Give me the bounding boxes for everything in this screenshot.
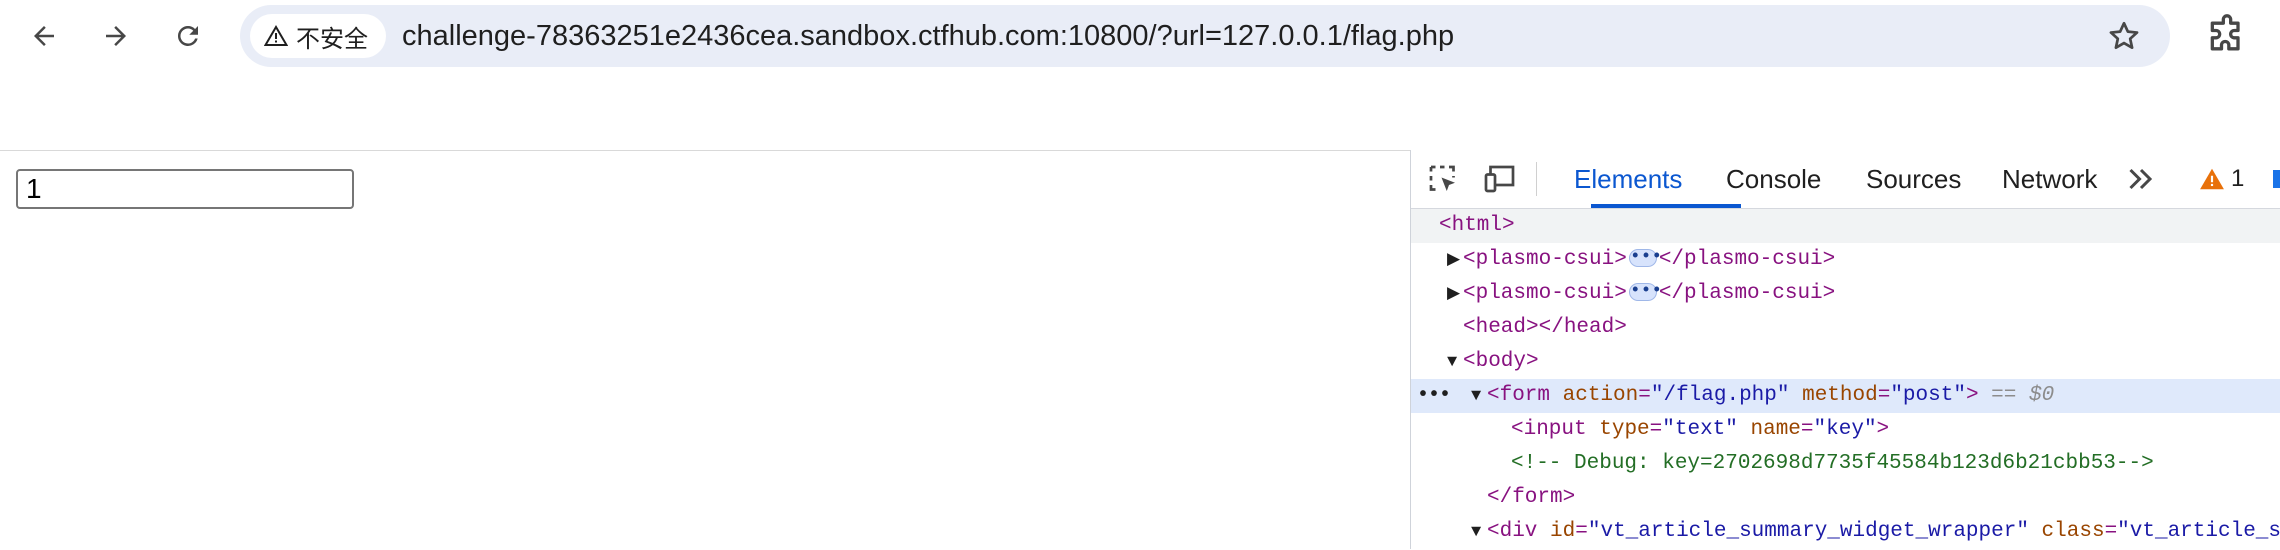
security-label: 不安全 (296, 25, 368, 53)
inspect-element-icon[interactable] (1425, 161, 1461, 197)
tabbar-separator (1536, 162, 1537, 196)
selected-node-marker: == $0 (1991, 384, 2055, 407)
tree-row-plasmo-2[interactable]: ▶ <plasmo-csui> •••</plasmo-csui> (1411, 277, 2280, 311)
row-actions-icon[interactable]: ••• (1417, 379, 1451, 413)
reload-button[interactable] (164, 12, 212, 60)
tree-row-body[interactable]: ▼ <body> (1411, 345, 2280, 379)
bookmark-star-icon[interactable] (2106, 18, 2142, 54)
collapse-triangle-icon[interactable]: ▼ (1471, 380, 1487, 414)
expand-triangle-icon[interactable]: ▶ (1447, 278, 1463, 312)
more-tabs-icon[interactable] (2123, 161, 2159, 197)
warning-icon (2200, 168, 2224, 190)
collapsed-content-icon[interactable]: ••• (1628, 248, 1662, 268)
warning-triangle-icon (264, 25, 288, 46)
collapse-triangle-icon[interactable]: ▼ (1471, 516, 1487, 550)
tree-row-form-selected[interactable]: ••• ▼ <form action="/flag.php" method="po… (1411, 379, 2280, 413)
browser-toolbar: 不安全 challenge-78363251e2436cea.sandbox.c… (0, 0, 2280, 72)
address-bar[interactable]: 不安全 challenge-78363251e2436cea.sandbox.c… (240, 5, 2170, 67)
debug-comment: <!-- Debug: key=2702698d7735f45584b123d6… (1511, 452, 2154, 475)
arrow-right-icon (106, 26, 126, 46)
collapse-triangle-icon[interactable]: ▼ (1447, 346, 1463, 380)
tree-row-plasmo-1[interactable]: ▶ <plasmo-csui> •••</plasmo-csui> (1411, 243, 2280, 277)
arrow-left-icon (34, 26, 54, 46)
tree-row-comment[interactable]: <!-- Debug: key=2702698d7735f45584b123d6… (1411, 447, 2280, 481)
back-button[interactable] (20, 12, 68, 60)
url-text[interactable]: challenge-78363251e2436cea.sandbox.ctfhu… (402, 5, 1454, 67)
device-toolbar-icon[interactable] (1483, 161, 1519, 197)
page-viewport (0, 151, 1410, 549)
dom-tree: <html> ▶ <plasmo-csui> •••</plasmo-csui> ▶… (1411, 209, 2280, 549)
tree-row-form-close[interactable]: </form> (1411, 481, 2280, 515)
devtools-panel: Elements Console Sources Network 1 <html… (1410, 150, 2280, 549)
forward-button[interactable] (92, 12, 140, 60)
active-tab-indicator (1591, 204, 1741, 208)
warnings-counter[interactable]: 1 (2199, 165, 2244, 193)
devtools-tabbar: Elements Console Sources Network 1 (1411, 150, 2280, 209)
tab-elements[interactable]: Elements (1574, 150, 1682, 208)
issues-badge-icon[interactable] (2273, 170, 2280, 188)
tree-row-div[interactable]: ▼ <div id="vt_article_summary_widget_wrap… (1411, 515, 2280, 549)
tab-sources[interactable]: Sources (1866, 150, 1961, 208)
warning-count: 1 (2231, 165, 2245, 192)
tab-console[interactable]: Console (1726, 150, 1821, 208)
tree-row-head[interactable]: <head></head> (1411, 311, 2280, 345)
reload-icon (177, 25, 198, 46)
collapsed-content-icon[interactable]: ••• (1628, 282, 1662, 302)
expand-triangle-icon[interactable]: ▶ (1447, 244, 1463, 278)
tree-row-html[interactable]: <html> (1411, 209, 2280, 243)
tree-row-input[interactable]: <input type="text" name="key"> (1411, 413, 2280, 447)
key-input[interactable] (16, 169, 354, 209)
extensions-puzzle-icon[interactable] (2205, 14, 2249, 58)
tab-network[interactable]: Network (2002, 150, 2097, 208)
site-info-chip[interactable]: 不安全 (250, 14, 386, 58)
